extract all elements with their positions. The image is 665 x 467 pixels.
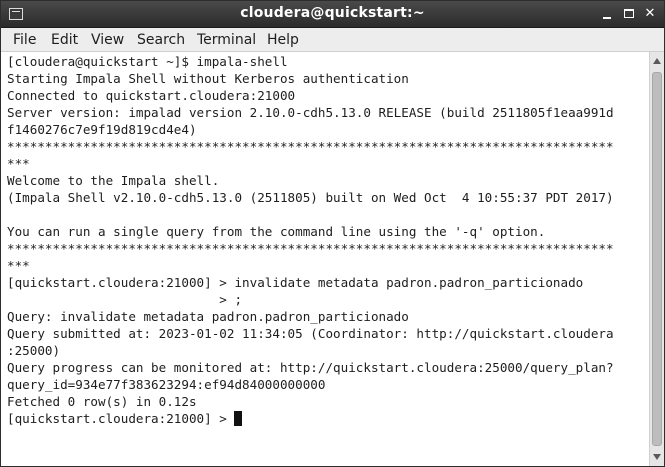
terminal-line: Query: invalidate metadata padron.padron… — [7, 309, 409, 324]
terminal-line: f1460276c7e9f19d819cd4e4) — [7, 122, 197, 137]
minimize-button[interactable] — [599, 6, 615, 22]
terminal-output[interactable]: [cloudera@quickstart ~]$ impala-shell St… — [1, 52, 649, 466]
scrollbar-thumb[interactable] — [652, 72, 662, 446]
menu-bar: File Edit View Search Terminal Help — [1, 28, 664, 52]
terminal-line: query_id=934e77f383623294:ef94d840000000… — [7, 377, 326, 392]
terminal-window: cloudera@quickstart:~ ✕ File Edit View S… — [0, 0, 665, 467]
terminal-line: Starting Impala Shell without Kerberos a… — [7, 71, 409, 86]
shell-prompt: [quickstart.cloudera:21000] > — [7, 411, 235, 426]
text-cursor[interactable] — [234, 411, 243, 426]
minimize-icon — [603, 17, 611, 19]
menu-edit[interactable]: Edit — [51, 31, 78, 49]
terminal-line: Connected to quickstart.cloudera:21000 — [7, 88, 296, 103]
terminal-line: Welcome to the Impala shell. — [7, 173, 220, 188]
terminal-line: *** — [7, 156, 30, 171]
terminal-line: [cloudera@quickstart ~]$ impala-shell — [7, 54, 288, 69]
terminal-line: :25000) — [7, 343, 61, 358]
terminal-line: (Impala Shell v2.10.0-cdh5.13.0 (2511805… — [7, 190, 614, 205]
menu-help[interactable]: Help — [267, 31, 299, 49]
vertical-scrollbar[interactable] — [649, 52, 664, 466]
terminal-line: ****************************************… — [7, 241, 614, 256]
scroll-up-arrow-icon[interactable] — [653, 58, 661, 64]
terminal-line: Server version: impalad version 2.10.0-c… — [7, 105, 614, 120]
terminal-line: Query submitted at: 2023-01-02 11:34:05 … — [7, 326, 614, 341]
title-bar[interactable]: cloudera@quickstart:~ ✕ — [1, 1, 664, 28]
menu-search[interactable]: Search — [137, 31, 185, 49]
scroll-down-arrow-icon[interactable] — [653, 454, 661, 460]
window-title: cloudera@quickstart:~ — [240, 5, 425, 21]
menu-file[interactable]: File — [13, 31, 36, 49]
close-icon: ✕ — [644, 6, 656, 21]
terminal-line: *** — [7, 258, 30, 273]
terminal-line: Query progress can be monitored at: http… — [7, 360, 614, 375]
terminal-line: You can run a single query from the comm… — [7, 224, 546, 239]
close-button[interactable]: ✕ — [642, 6, 658, 22]
terminal-line: ****************************************… — [7, 139, 614, 154]
terminal-line: Fetched 0 row(s) in 0.12s — [7, 394, 197, 409]
terminal-line: [quickstart.cloudera:21000] > invalidate… — [7, 275, 584, 290]
terminal-line: > ; — [7, 292, 243, 307]
prompt-line: [quickstart.cloudera:21000] > — [7, 410, 614, 427]
menu-view[interactable]: View — [91, 31, 124, 49]
terminal-lines: [cloudera@quickstart ~]$ impala-shell St… — [7, 53, 614, 427]
menu-terminal[interactable]: Terminal — [197, 31, 256, 49]
maximize-icon — [624, 9, 634, 18]
maximize-button[interactable] — [621, 6, 637, 22]
